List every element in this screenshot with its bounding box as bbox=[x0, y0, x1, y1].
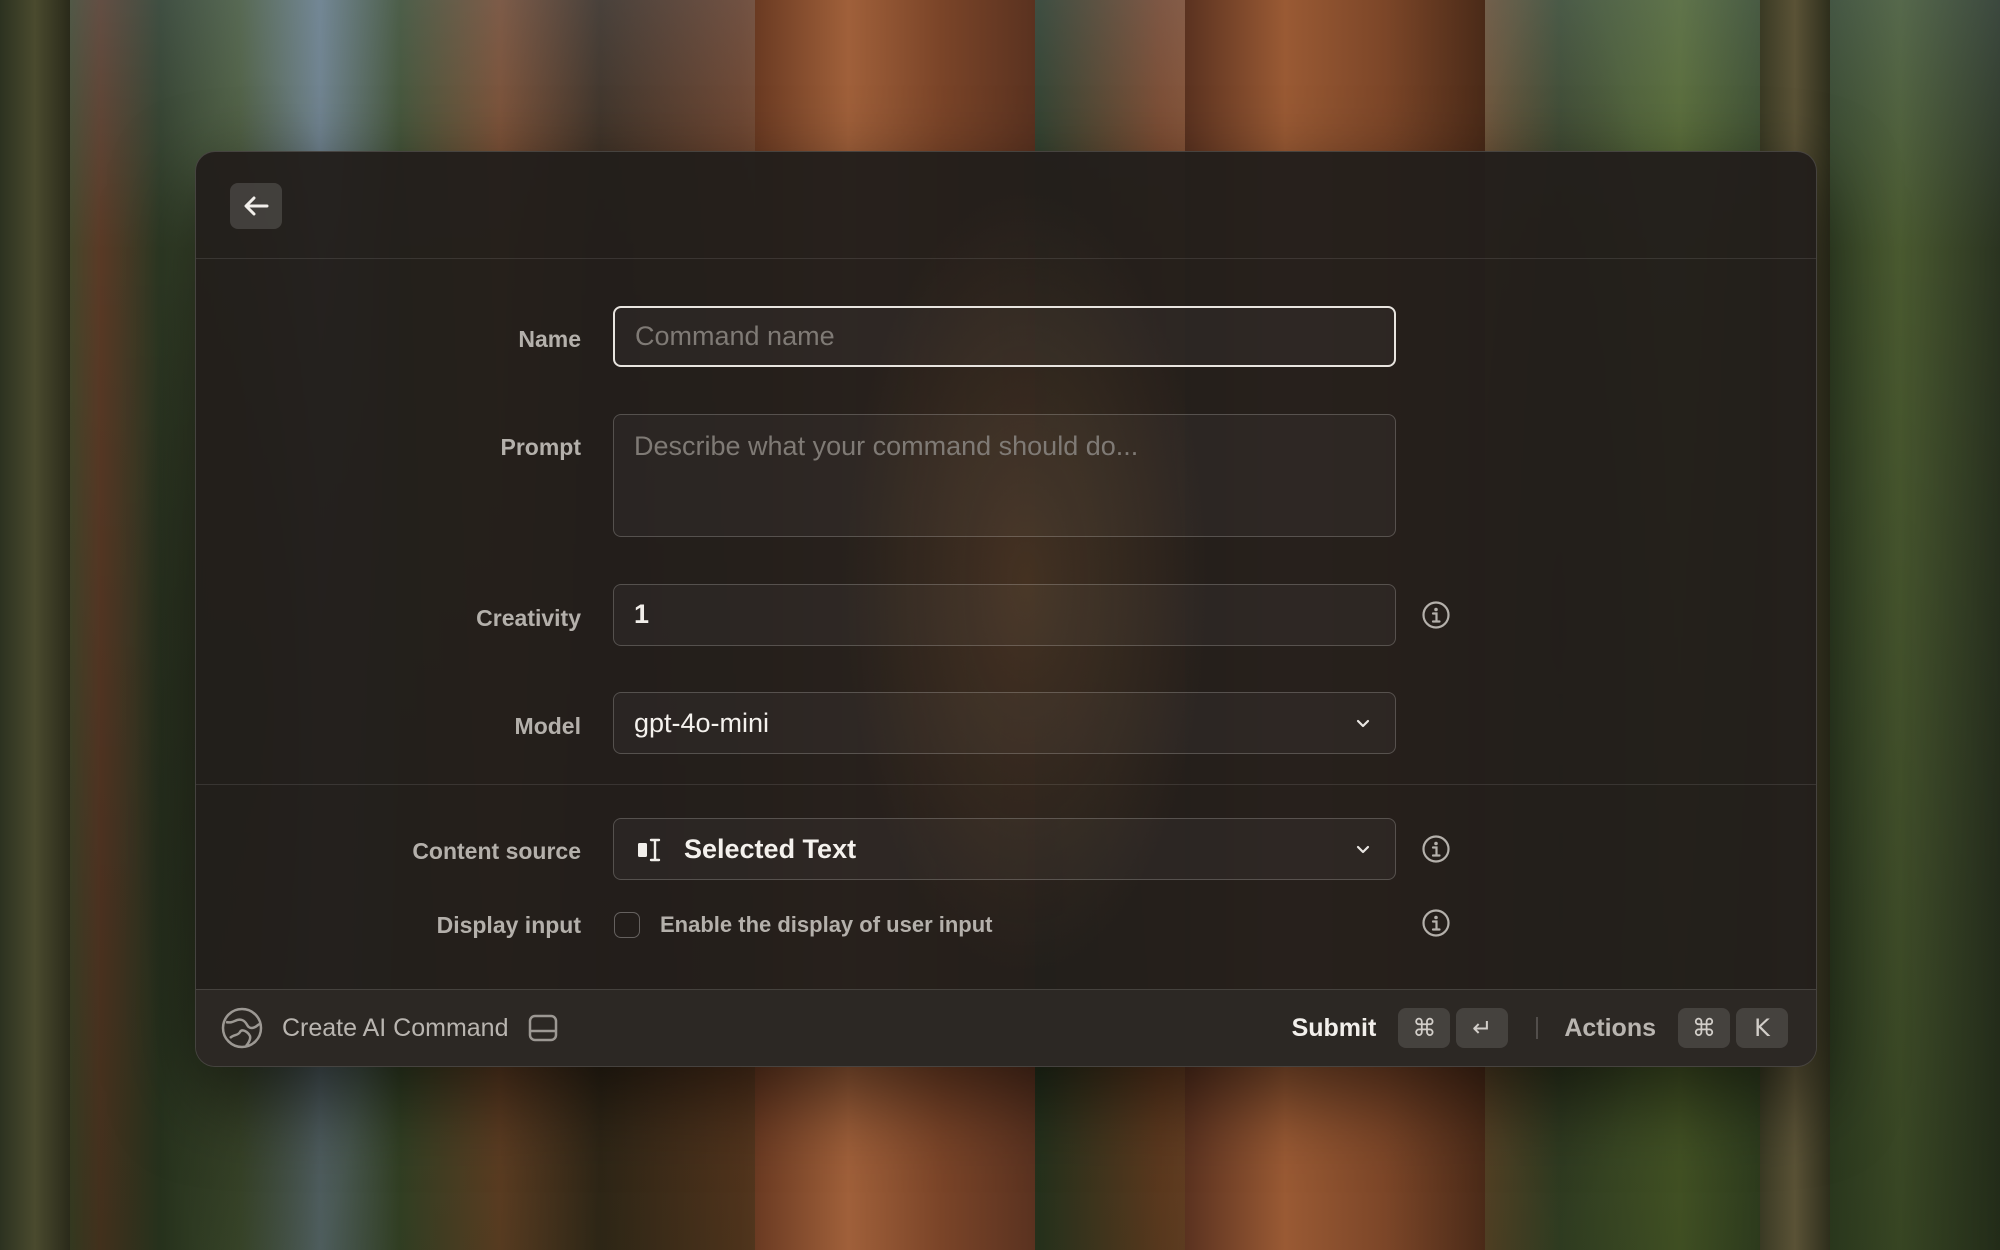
wallpaper-trunk bbox=[0, 0, 70, 1250]
globe-icon bbox=[221, 1007, 263, 1049]
name-field-wrapper bbox=[613, 306, 1396, 367]
creativity-label: Creativity bbox=[476, 605, 581, 631]
creativity-field-wrapper bbox=[613, 584, 1396, 646]
panel-bottom-icon[interactable] bbox=[527, 1012, 559, 1044]
content-source-select[interactable]: Selected Text bbox=[613, 818, 1396, 880]
prompt-field-wrapper bbox=[613, 414, 1396, 537]
arrow-left-icon bbox=[244, 196, 269, 216]
back-button[interactable] bbox=[230, 183, 282, 229]
creativity-info-icon[interactable] bbox=[1421, 600, 1451, 630]
footer-separator bbox=[1536, 1017, 1539, 1039]
text-cursor-selection-icon bbox=[638, 838, 661, 862]
chevron-down-icon bbox=[1356, 719, 1370, 728]
chevron-down-icon bbox=[1356, 845, 1370, 854]
model-label: Model bbox=[514, 713, 581, 739]
display-input-info-icon[interactable] bbox=[1421, 908, 1451, 938]
content-source-selected-value: Selected Text bbox=[684, 833, 857, 864]
footer-left: Create AI Command bbox=[220, 990, 559, 1066]
model-select[interactable]: gpt-4o-mini bbox=[613, 692, 1396, 754]
footer-actions: Submit ⌘ ↵ Actions ⌘ K bbox=[1292, 990, 1794, 1066]
prompt-label: Prompt bbox=[500, 434, 582, 460]
content-source-label: Content source bbox=[412, 838, 581, 864]
window-header bbox=[196, 152, 1816, 259]
model-selected-value: gpt-4o-mini bbox=[634, 707, 770, 738]
footer-title: Create AI Command bbox=[282, 1013, 509, 1042]
return-key-hint: ↵ bbox=[1456, 1008, 1509, 1048]
k-key-hint: K bbox=[1736, 1008, 1788, 1048]
creativity-input[interactable] bbox=[614, 585, 1395, 644]
actions-button[interactable]: Actions bbox=[1564, 1014, 1656, 1043]
submit-button[interactable]: Submit bbox=[1292, 1014, 1377, 1043]
name-label: Name bbox=[518, 326, 581, 352]
command-key-hint: ⌘ bbox=[1678, 1008, 1730, 1048]
display-input-checkbox[interactable] bbox=[614, 912, 640, 938]
section-divider bbox=[196, 784, 1816, 785]
display-input-label: Display input bbox=[436, 912, 581, 938]
prompt-textarea[interactable] bbox=[614, 415, 1395, 536]
name-input[interactable] bbox=[615, 308, 1394, 365]
display-input-checkbox-label[interactable]: Enable the display of user input bbox=[660, 912, 993, 938]
content-source-info-icon[interactable] bbox=[1421, 834, 1451, 864]
action-bar: Create AI Command Submit ⌘ ↵ Actions ⌘ K bbox=[196, 989, 1816, 1066]
command-key-hint: ⌘ bbox=[1398, 1008, 1451, 1048]
create-ai-command-window: Name Prompt Creativity Model gpt-4o-mini… bbox=[195, 151, 1817, 1067]
